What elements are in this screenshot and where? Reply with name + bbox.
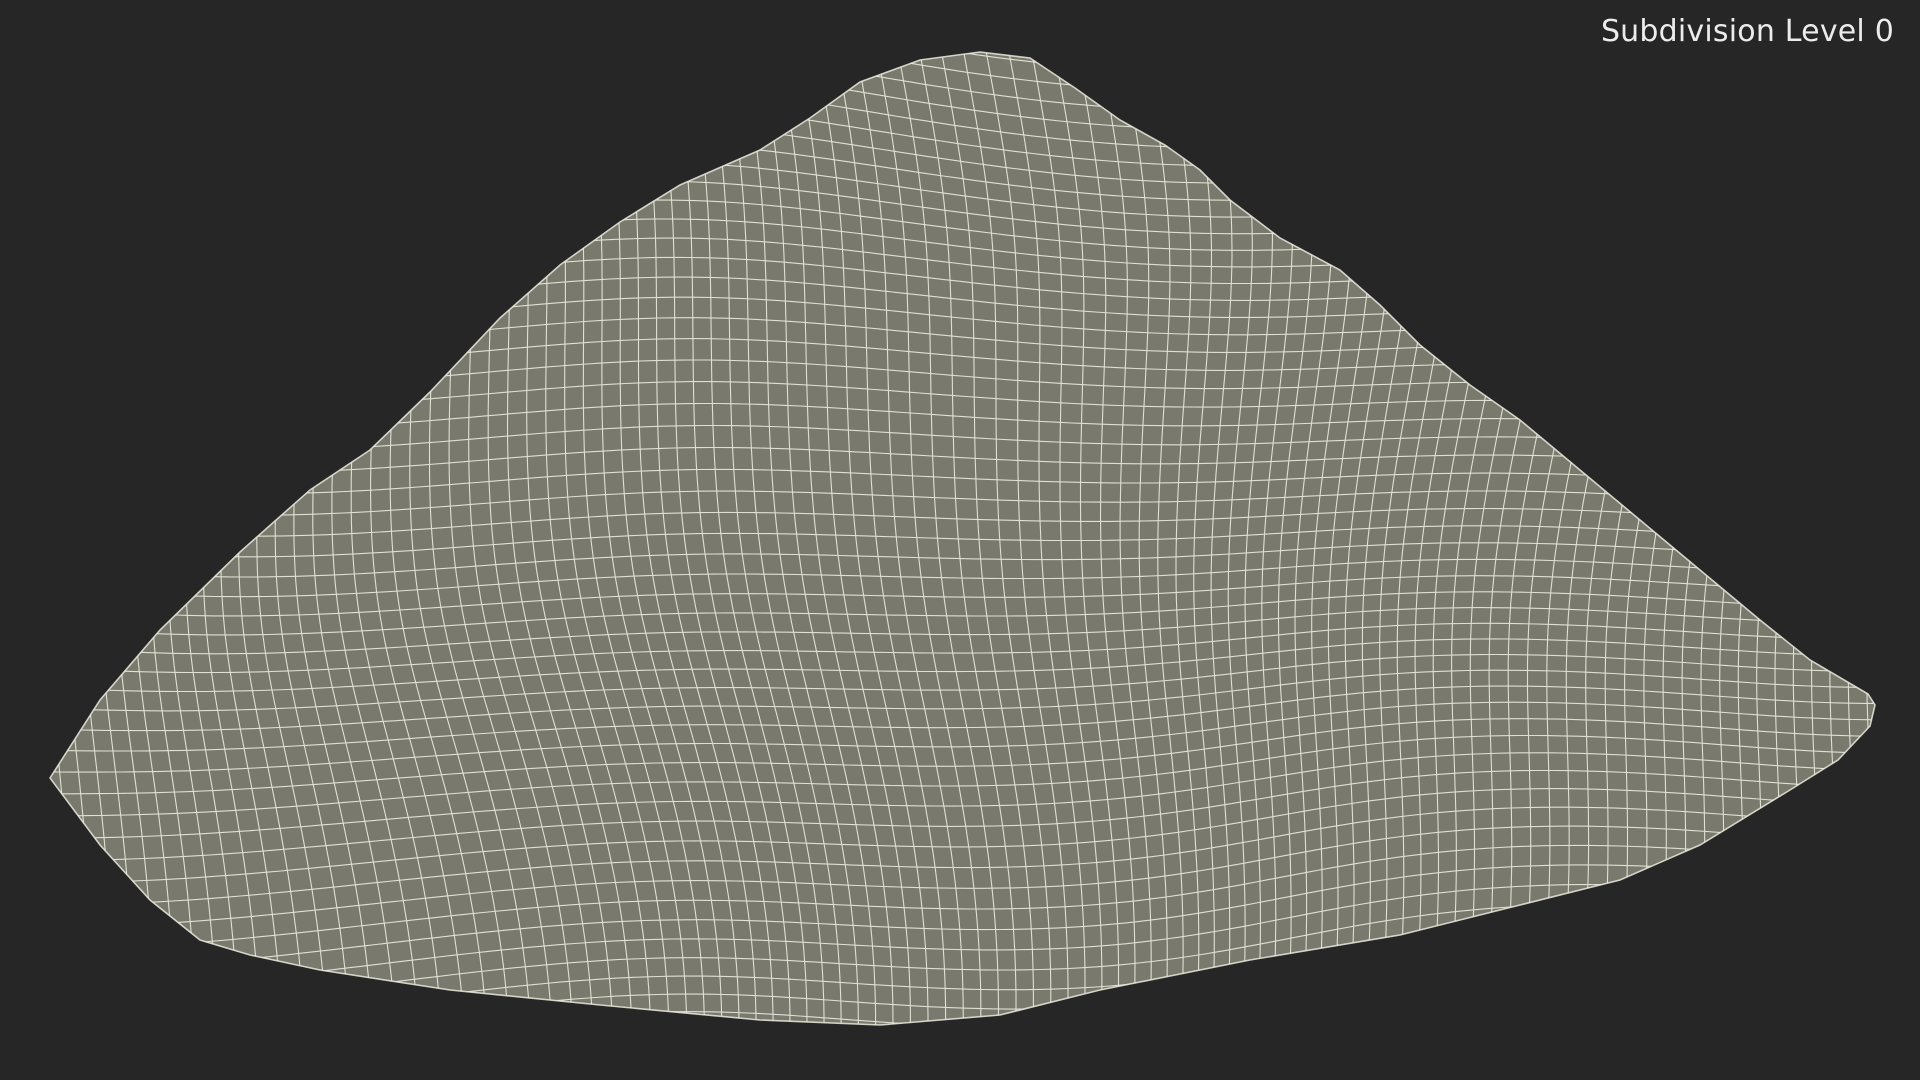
wire-line-vertical (1816, 52, 1875, 1025)
wire-line-vertical (0, 28, 8, 1065)
wire-line-vertical (1797, 52, 1875, 1025)
wire-line-vertical (50, 52, 78, 1025)
subdivision-level-label: Subdivision Level 0 (1600, 14, 1894, 49)
wire-line-vertical (50, 52, 61, 1025)
wire-line-vertical (1834, 52, 1875, 1025)
wire-line-vertical (12, 31, 43, 1068)
wire-line-vertical (116, 52, 155, 1025)
wire-line-vertical (1686, 52, 1798, 1025)
wire-line-vertical (1852, 52, 1875, 1025)
wire-line-vertical (1667, 52, 1779, 1025)
wireframe-mesh (0, 28, 1920, 1069)
wire-line-vertical (0, 29, 26, 1066)
wire-line-vertical (1761, 52, 1870, 1025)
wire-line-vertical (1743, 52, 1852, 1025)
render-viewport: Subdivision Level 0 (0, 0, 1920, 1080)
wire-line-vertical (1648, 52, 1760, 1025)
wire-line-vertical (1889, 33, 1920, 1066)
wire-line-vertical (133, 52, 176, 1025)
wire-line-vertical (99, 52, 135, 1025)
wire-line-vertical (1908, 34, 1920, 1069)
wire-line-vertical (82, 52, 114, 1025)
wire-line-vertical (1779, 52, 1875, 1025)
wire-line-vertical (1724, 52, 1834, 1025)
wire-line-horizontal (50, 1020, 1875, 1025)
wire-line-vertical (1870, 52, 1875, 1025)
wire-line-vertical (1705, 52, 1816, 1025)
wire-line-vertical (64, 52, 95, 1025)
